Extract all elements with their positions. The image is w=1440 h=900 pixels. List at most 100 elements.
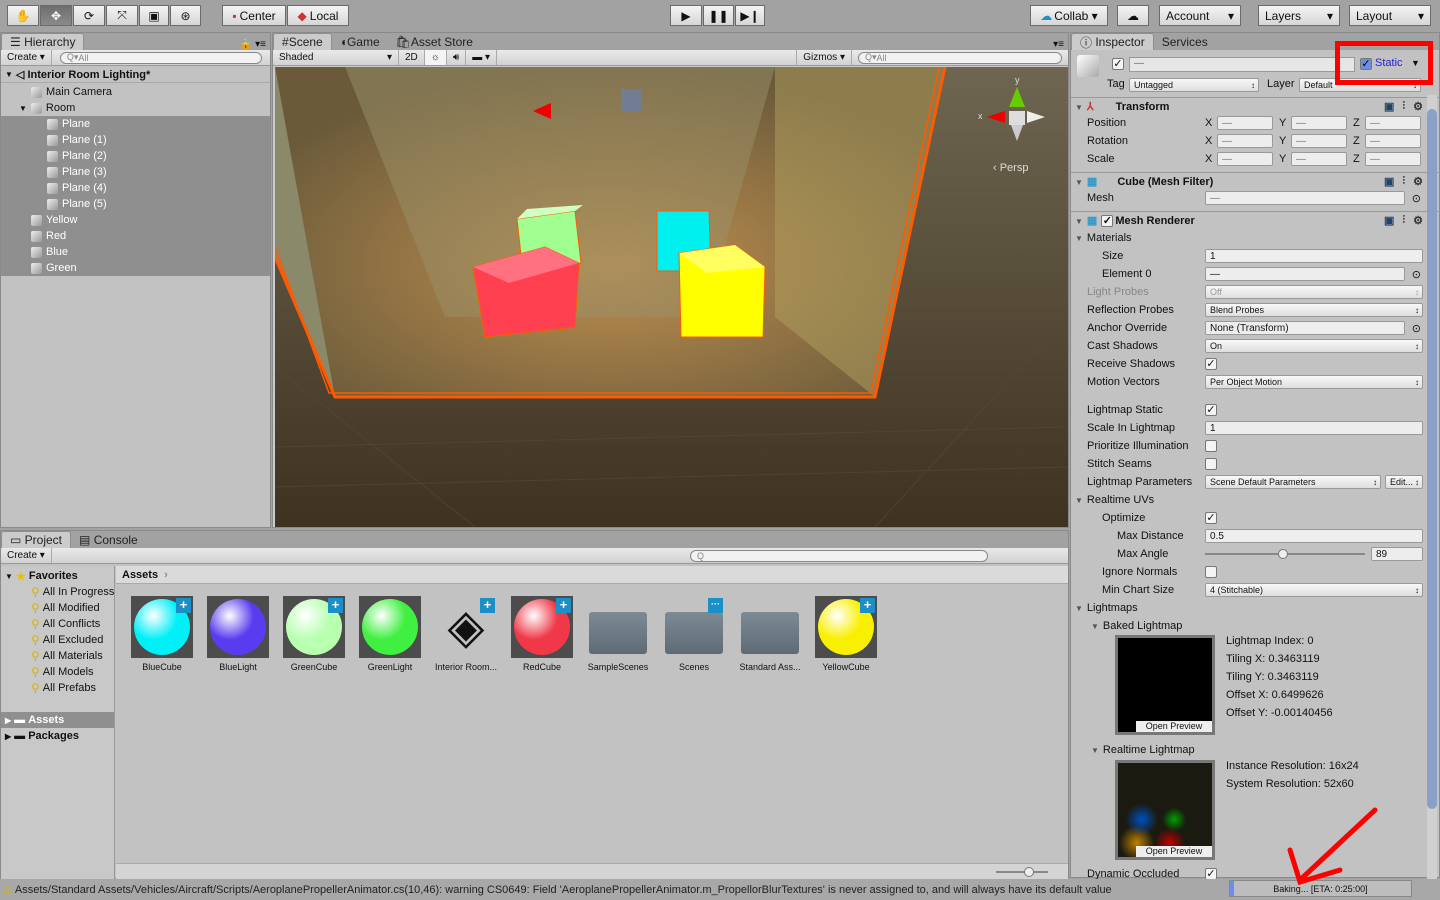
transform-z-field[interactable]: — [1365, 152, 1421, 166]
mesh-field[interactable]: — [1205, 191, 1405, 205]
scene-viewport[interactable]: y x ‹ Persp [275, 67, 1068, 527]
property-checkbox[interactable]: ✓ [1205, 512, 1217, 524]
gear-icon[interactable]: ⚙ [1413, 214, 1423, 227]
scrollbar-thumb[interactable] [1427, 109, 1437, 809]
property-field[interactable]: On [1205, 339, 1423, 353]
property-field[interactable]: Per Object Motion [1205, 375, 1423, 389]
pivot-center-button[interactable]: ▪ Center [222, 5, 286, 26]
hierarchy-create-dropdown[interactable]: Create ▾ [1, 50, 52, 65]
transform-y-field[interactable]: — [1291, 134, 1347, 148]
property-field[interactable]: Off [1205, 285, 1423, 299]
favorite-item[interactable]: ⚲ All Materials [31, 648, 115, 664]
object-picker-icon[interactable]: ⊙ [1412, 322, 1421, 335]
help-icon[interactable]: ▣ [1384, 214, 1394, 227]
layout-dropdown[interactable]: Layout ▾ [1349, 5, 1431, 26]
scene-search-input[interactable]: Q▾ All [858, 51, 1062, 64]
mesh-filter-header[interactable]: ▦ Cube (Mesh Filter) ▣ ⫶ ⚙ [1071, 172, 1440, 190]
property-row[interactable]: Lightmaps [1071, 599, 1423, 617]
asset-item[interactable]: GreenLight [352, 596, 428, 672]
hierarchy-search-input[interactable]: Q▾ All [59, 51, 262, 64]
transform-y-field[interactable]: — [1291, 152, 1347, 166]
foldout-arrow[interactable] [1075, 101, 1087, 113]
asset-item[interactable]: BlueLight [200, 596, 276, 672]
tab-asset-store[interactable]: 🛍︎ Asset Store [388, 33, 481, 50]
effects-dropdown[interactable]: ▬ ▾ [466, 50, 498, 65]
hierarchy-item[interactable]: Plane (5) [1, 196, 270, 212]
tab-scene[interactable]: # Scene [273, 33, 332, 50]
hierarchy-item[interactable]: Plane (1) [1, 132, 270, 148]
gear-icon[interactable]: ⚙ [1413, 100, 1423, 113]
asset-item[interactable]: + GreenCube [276, 596, 352, 672]
tab-game[interactable]: ◖ Game [332, 33, 388, 50]
asset-item[interactable]: ◈ + Interior Room... [428, 596, 504, 673]
expand-arrow-icon[interactable]: ▶ [5, 732, 11, 741]
hierarchy-item[interactable]: Plane (2) [1, 148, 270, 164]
collab-dropdown[interactable]: ☁ Collab ▾ [1030, 5, 1108, 26]
lighting-toggle[interactable]: ☼ [424, 50, 447, 65]
pivot-local-button[interactable]: ◆ Local [287, 5, 349, 26]
property-checkbox[interactable] [1205, 440, 1217, 452]
property-checkbox[interactable] [1205, 566, 1217, 578]
cloud-button[interactable]: ☁ [1117, 5, 1149, 26]
lock-icon[interactable]: ▾≡ [1053, 39, 1064, 50]
transform-z-field[interactable]: — [1365, 116, 1421, 130]
project-search-input[interactable]: Q [690, 549, 988, 562]
slider-thumb[interactable] [1024, 867, 1034, 877]
shading-mode-dropdown[interactable]: Shaded ▾ [273, 50, 399, 65]
favorite-item[interactable]: ⚲ All Models [31, 664, 115, 680]
max-angle-field[interactable]: 89 [1371, 547, 1423, 561]
step-button[interactable]: ▶❙ [735, 5, 765, 26]
favorite-item[interactable]: ⚲ All Prefabs [31, 680, 115, 696]
edit-button[interactable]: Edit... [1385, 475, 1423, 489]
property-row[interactable]: Realtime UVs [1071, 491, 1423, 509]
active-checkbox[interactable]: ✓ [1112, 58, 1124, 70]
tab-services[interactable]: Services [1154, 33, 1216, 50]
max-angle-slider[interactable] [1205, 549, 1365, 559]
property-field[interactable]: — [1205, 267, 1405, 281]
hierarchy-item[interactable]: Main Camera [1, 84, 270, 100]
expand-arrow-icon[interactable]: ▼ [5, 572, 13, 581]
asset-item[interactable]: SampleScenes [580, 596, 656, 672]
tab-console[interactable]: ▤ Console [71, 531, 146, 548]
property-checkbox[interactable]: ✓ [1205, 358, 1217, 370]
property-field[interactable]: Blend Probes [1205, 303, 1423, 317]
audio-toggle[interactable]: 🔊︎ [447, 50, 467, 65]
favorite-item[interactable]: ⚲ All In Progress [31, 584, 115, 600]
expand-arrow-icon[interactable]: ▼ [19, 104, 27, 113]
property-checkbox[interactable]: ✓ [1205, 404, 1217, 416]
gear-icon[interactable]: ⚙ [1413, 175, 1423, 188]
property-field[interactable]: 1 [1205, 421, 1423, 435]
asset-item[interactable]: + YellowCube [808, 596, 884, 672]
hierarchy-item[interactable]: Plane (4) [1, 180, 270, 196]
transform-header[interactable]: ⅄ Transform ▣ ⫶ ⚙ [1071, 97, 1440, 115]
open-preview-button[interactable]: Open Preview [1136, 721, 1212, 732]
tab-hierarchy[interactable]: ☰ Hierarchy [1, 33, 85, 50]
slider-thumb[interactable] [1278, 549, 1289, 559]
asset-item[interactable]: ··· Scenes [656, 596, 732, 672]
foldout-arrow[interactable] [1075, 176, 1087, 188]
property-field[interactable]: Scene Default Parameters [1205, 475, 1381, 489]
breadcrumb-assets[interactable]: Assets [122, 569, 158, 581]
mesh-renderer-enabled-checkbox[interactable]: ✓ [1101, 214, 1114, 227]
layers-dropdown[interactable]: Layers ▾ [1258, 5, 1340, 26]
preset-icon[interactable]: ⫶ [1402, 100, 1405, 113]
property-field[interactable]: 1 [1205, 249, 1423, 263]
gizmos-dropdown[interactable]: Gizmos ▾ [796, 50, 852, 65]
packages-root-row[interactable]: ▶ ▬ Packages [1, 728, 114, 744]
help-icon[interactable]: ▣ [1384, 175, 1394, 188]
rect-tool-button[interactable]: ▣ [139, 5, 169, 26]
favorite-item[interactable]: ⚲ All Conflicts [31, 616, 115, 632]
hierarchy-item[interactable]: Yellow [1, 212, 270, 228]
scale-tool-button[interactable]: ⤧ [106, 5, 138, 26]
property-field[interactable]: None (Transform) [1205, 321, 1405, 335]
transform-y-field[interactable]: — [1291, 116, 1347, 130]
scene-root-row[interactable]: ▼ ◁ Interior Room Lighting* [1, 67, 270, 83]
move-tool-button[interactable]: ✥ [40, 5, 72, 26]
transform-tool-button[interactable]: ⊛ [170, 5, 201, 26]
property-field[interactable]: 4 (Stitchable) [1205, 583, 1423, 597]
lock-icon[interactable]: 🔒 ▾≡ [240, 39, 266, 50]
inspector-scrollbar[interactable] [1427, 95, 1437, 879]
hierarchy-item[interactable]: Blue [1, 244, 270, 260]
hierarchy-item[interactable]: Green [1, 260, 270, 276]
account-dropdown[interactable]: Account ▾ [1159, 5, 1241, 26]
